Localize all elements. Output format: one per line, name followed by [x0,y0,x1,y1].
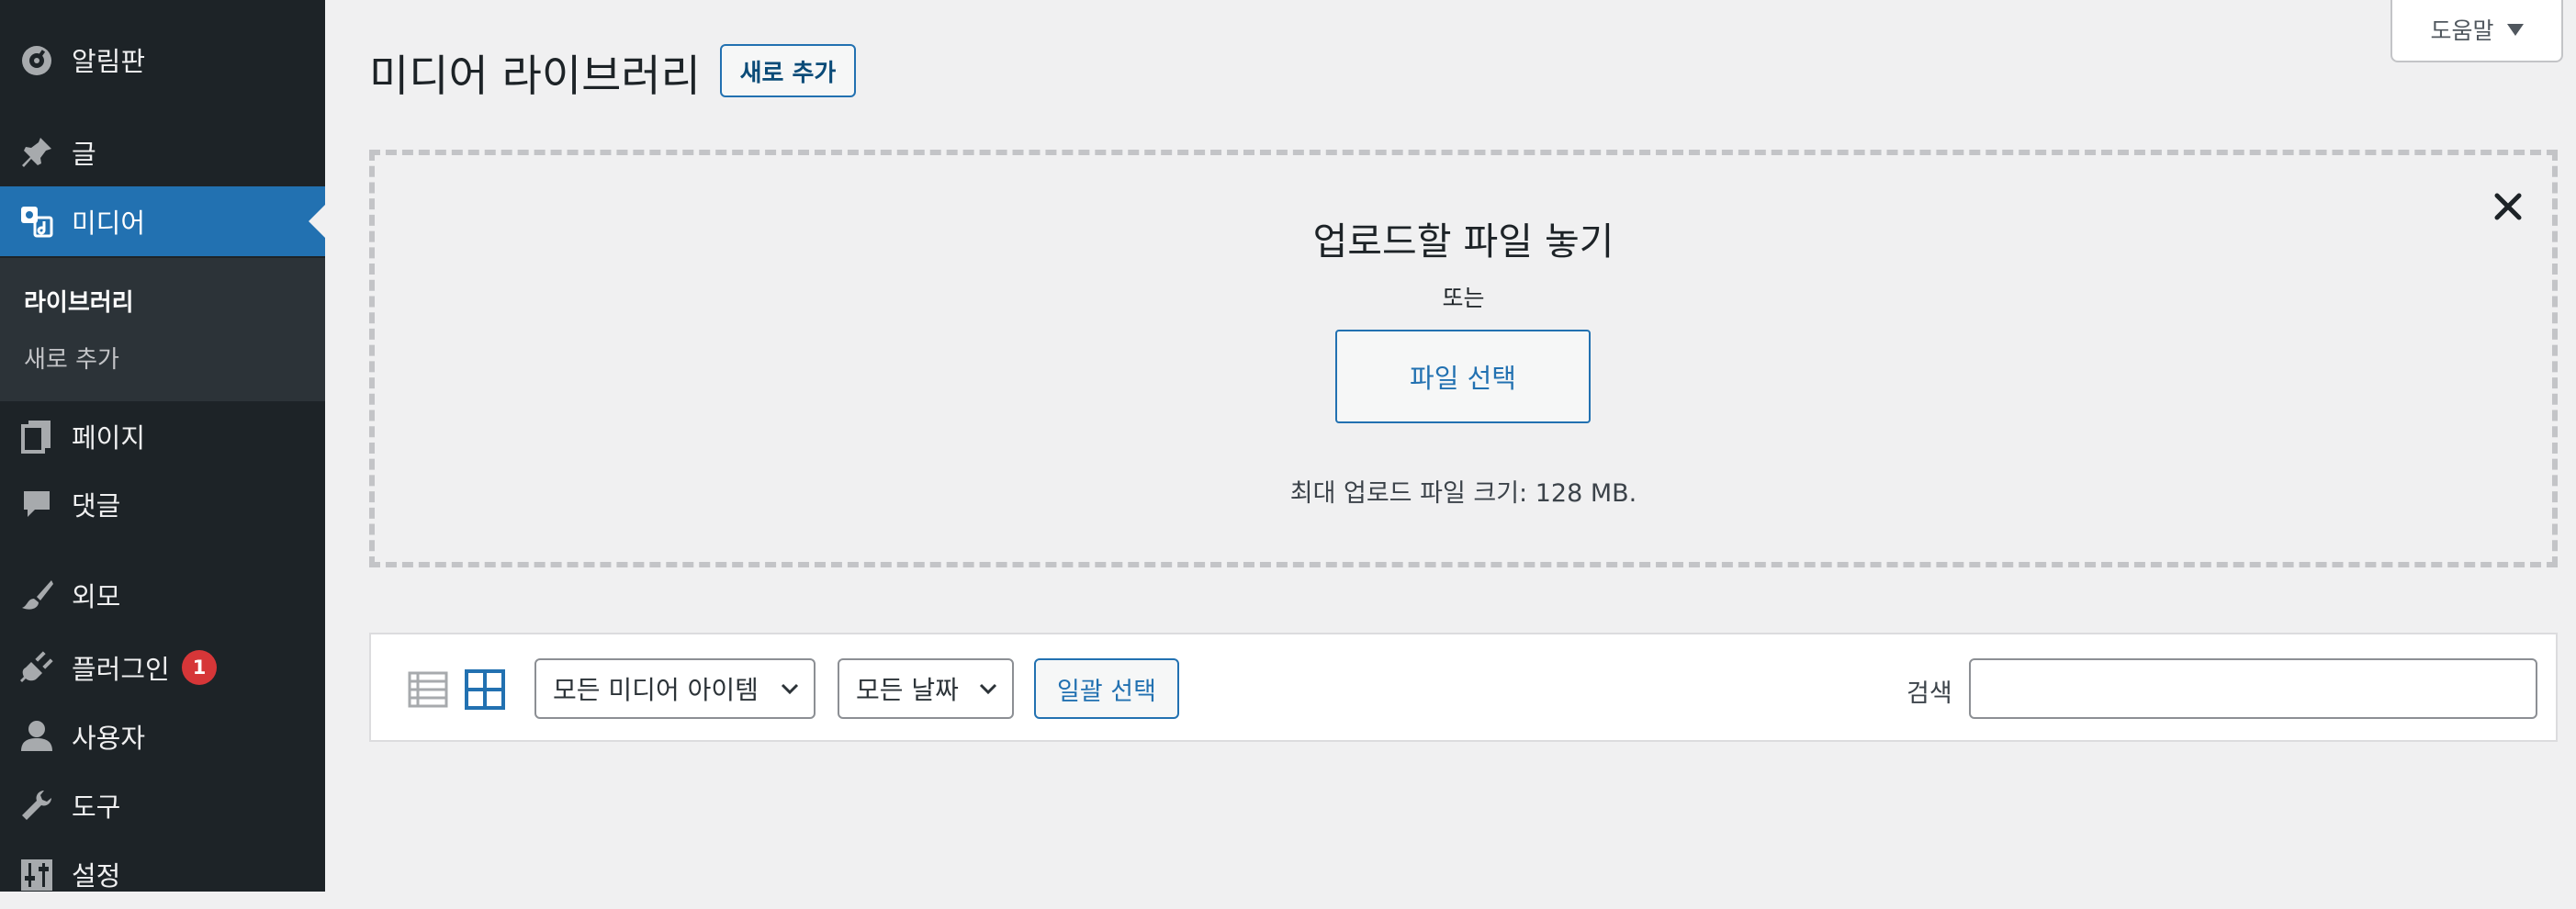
caret-down-icon [2506,23,2524,36]
menu-item-appearance[interactable]: 외모 [0,560,325,630]
upload-drop-zone[interactable]: 업로드할 파일 놓기 또는 파일 선택 최대 업로드 파일 크기: 128 MB… [369,150,2558,567]
user-icon [21,721,52,751]
plugin-update-badge: 1 [182,650,217,685]
bulk-select-button[interactable]: 일괄 선택 [1034,658,1179,719]
menu-label-users: 사용자 [72,723,146,754]
admin-sidebar: 알림판 글 미디어 라이브러리 새로 추가 페이지 댓글 외모 플러그인 1 사… [0,0,325,892]
pages-icon [21,421,51,454]
dashboard-icon [22,46,51,75]
media-type-filter-select[interactable]: 모든 미디어 아이템 [534,658,816,719]
menu-item-plugins[interactable]: 플러그인 1 [0,633,325,702]
pushpin-icon [22,138,51,167]
grid-view-icon[interactable] [463,668,507,712]
paintbrush-icon [22,580,53,610]
help-tab-button[interactable]: 도움말 [2390,0,2563,62]
wrench-icon [22,791,51,820]
menu-label-settings: 설정 [72,860,121,892]
menu-item-users[interactable]: 사용자 [0,701,325,771]
max-upload-size-text: 최대 업로드 파일 크기: 128 MB. [1289,479,1637,508]
media-icon [21,207,53,238]
media-toolbar: 모든 미디어 아이템 모든 날짜 일괄 선택 검색 [369,633,2558,742]
menu-label-comments: 댓글 [72,490,121,522]
menu-item-posts[interactable]: 글 [0,118,325,187]
submenu-item-add-new[interactable]: 새로 추가 [24,341,119,375]
media-submenu: 라이브러리 새로 추가 [0,258,325,401]
search-label: 검색 [1907,679,1952,708]
media-search-input[interactable] [1969,658,2537,719]
page-title: 미디어 라이브러리 [369,51,701,102]
menu-label-pages: 페이지 [72,422,146,454]
menu-item-media[interactable]: 미디어 [0,186,325,256]
settings-sliders-icon [21,859,52,891]
list-view-icon[interactable] [406,668,450,712]
menu-item-dashboard[interactable]: 알림판 [0,25,325,95]
drop-or-text: 또는 [1442,285,1485,311]
plugin-icon [20,651,53,682]
menu-item-tools[interactable]: 도구 [0,770,325,840]
submenu-item-library[interactable]: 라이브러리 [24,284,134,318]
menu-label-plugins: 플러그인 [72,654,170,685]
chevron-down-icon [781,683,799,695]
drop-files-title: 업로드할 파일 놓기 [1312,219,1614,264]
help-tab-label: 도움말 [2430,17,2494,44]
menu-item-settings[interactable]: 설정 [0,839,325,909]
media-type-filter-value: 모든 미디어 아이템 [553,675,759,705]
active-indicator-arrow [309,205,325,238]
comment-icon [24,491,50,517]
menu-item-pages[interactable]: 페이지 [0,401,325,471]
chevron-down-icon [979,683,997,695]
select-files-button[interactable]: 파일 선택 [1335,330,1591,423]
menu-label-dashboard: 알림판 [72,46,146,77]
menu-label-media: 미디어 [72,208,146,239]
menu-item-comments[interactable]: 댓글 [0,469,325,539]
date-filter-value: 모든 날짜 [856,675,959,705]
menu-label-posts: 글 [72,139,96,170]
menu-label-appearance: 외모 [72,581,121,612]
menu-label-tools: 도구 [72,791,121,823]
add-new-media-button[interactable]: 새로 추가 [720,44,856,97]
date-filter-select[interactable]: 모든 날짜 [838,658,1014,719]
